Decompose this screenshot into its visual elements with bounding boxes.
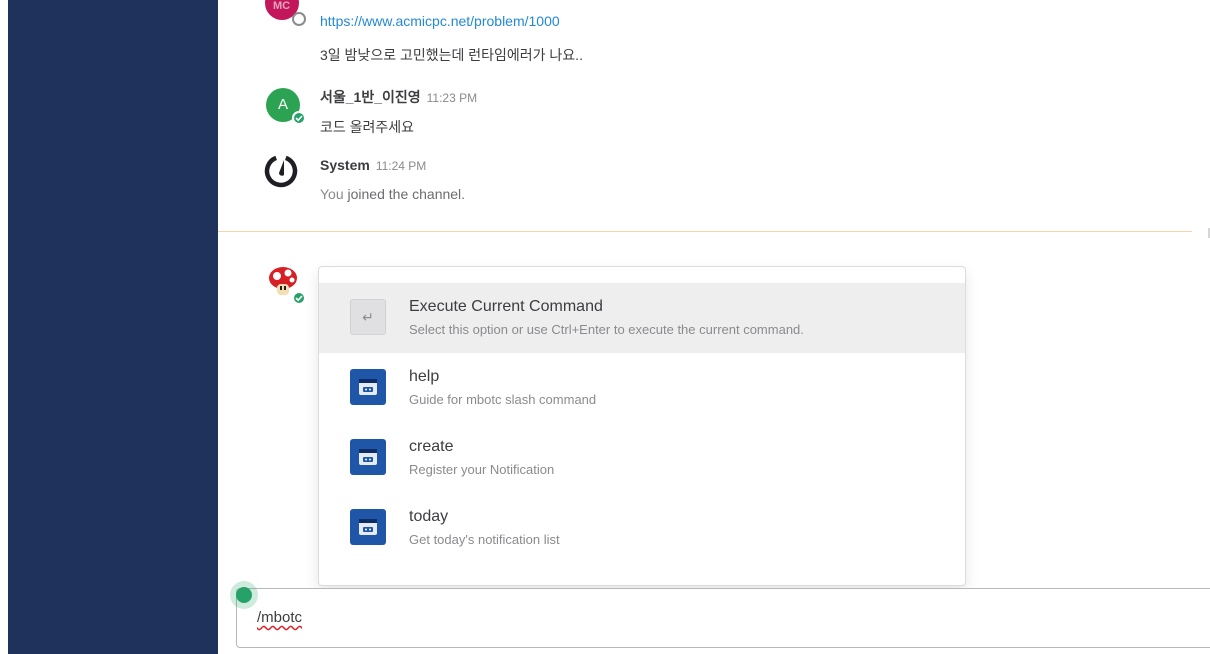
suggestion-today[interactable]: today Get today's notification list [319, 493, 965, 563]
command-suggestion-list: ↵ Execute Current Command Select this op… [318, 266, 966, 586]
offline-status-icon [292, 12, 306, 26]
suggestion-execute-current-command[interactable]: ↵ Execute Current Command Select this op… [319, 283, 965, 353]
author-name[interactable]: 서울_1반_이진영 11:23 PM [320, 87, 477, 107]
suggestion-title: Execute Current Command [409, 298, 603, 315]
cursor-dot-icon [236, 587, 252, 603]
author-name[interactable]: System 11:24 PM [320, 157, 426, 173]
suggestion-description: Select this option or use Ctrl+Enter to … [409, 322, 804, 337]
post-time[interactable]: 11:24 PM [376, 159, 426, 173]
post-time[interactable]: 11:23 PM [427, 91, 477, 105]
author-label[interactable]: System [320, 157, 370, 173]
message-text: 코드 올려주세요 [320, 119, 415, 135]
enter-key-icon: ↵ [350, 299, 386, 335]
suggestion-title: create [409, 438, 454, 455]
bot-icon [350, 509, 386, 545]
new-messages-divider [218, 231, 1192, 232]
suggestion-title: today [409, 508, 449, 525]
suggestion-help[interactable]: help Guide for mbotc slash command [319, 353, 965, 423]
mattermost-logo-icon [263, 153, 299, 189]
message-link[interactable]: https://www.acmicpc.net/problem/1000 [320, 13, 560, 29]
system-message-text: You joined the channel. [320, 186, 465, 202]
channel-sidebar [8, 0, 218, 654]
suggestion-title: help [409, 368, 440, 385]
suggestion-description: Register your Notification [409, 462, 555, 477]
suggestion-description: Guide for mbotc slash command [409, 392, 597, 407]
suggestion-description: Get today's notification list [409, 532, 560, 547]
window-edge [0, 0, 8, 654]
author-label[interactable]: 서울_1반_이진영 [320, 89, 421, 105]
bot-icon [350, 439, 386, 475]
message-input[interactable]: /mbotc [236, 588, 1210, 648]
suggestion-create[interactable]: create Register your Notification [319, 423, 965, 493]
avatar-letter: A [277, 96, 288, 113]
online-status-icon [292, 111, 306, 125]
system-text-highlight: joined the channel. [347, 186, 466, 202]
message-input-value[interactable]: /mbotc [257, 609, 302, 626]
online-status-icon [292, 291, 306, 305]
bot-icon [350, 369, 386, 405]
system-text-pre: You [320, 186, 348, 202]
message-text: 3일 밤낮으로 고민했는데 런타임에러가 나요.. [320, 47, 583, 63]
